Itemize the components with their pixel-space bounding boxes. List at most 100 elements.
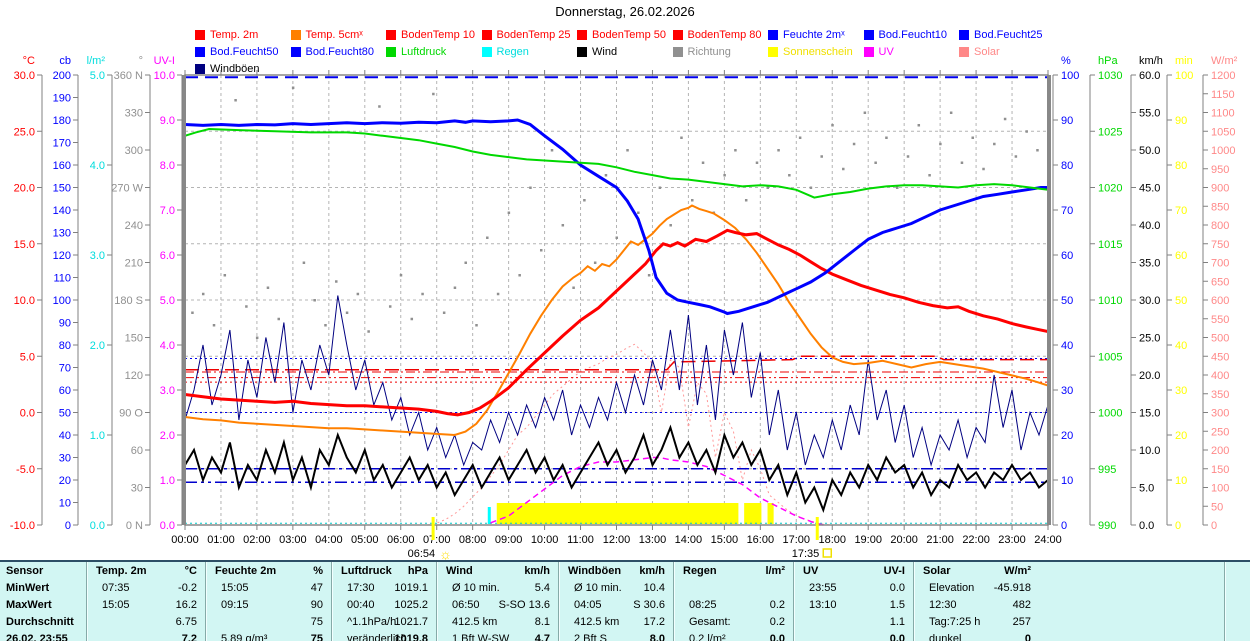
axis-label-lm2: 4.0 [90,160,105,172]
axis-label-kmh: 35.0 [1139,258,1160,270]
axis-label-kmh: 40.0 [1139,220,1160,232]
stats-divider [205,562,207,641]
x-axis-label: 24:00 [1034,534,1062,546]
axis-label-cb: 10 [59,498,71,510]
series-richtung-dot [971,136,974,139]
axis-label-pct: 60 [1061,250,1073,262]
x-axis-label: 00:00 [171,534,199,546]
axis-label-deg: 0 N [126,520,143,532]
series-richtung-dot [432,92,435,96]
stats-cell-value: S 30.6 [633,599,665,611]
series-richtung-dot [234,99,237,102]
rain-bar [487,507,491,524]
series-richtung-dot [324,324,327,327]
axis-label-degC: -5.0 [16,464,35,476]
stats-col-unit: hPa [407,565,428,577]
axis-label-min: 100 [1175,70,1193,82]
weather-chart-canvas: 00:00 01:00 02:00 03:00 04:00 05:00 06:00 07:00… [10,55,1238,560]
axis-label-hpa: 1000 [1098,408,1122,420]
axis-header-hpa: hPa [1098,55,1118,67]
stats-cell-value: 1.5 [889,599,905,611]
axis-label-cb: 0 [65,520,71,532]
stats-cell-value: 0.0 [769,633,785,641]
axis-label-cb: 130 [53,228,71,240]
axis-label-min: 10 [1175,475,1187,487]
x-axis-label: 18:00 [818,534,846,546]
series-richtung-dot [852,142,856,146]
stats-cell-value: 1019.8 [394,633,428,641]
axis-label-degC: 20.0 [14,183,35,195]
stats-cell-value: 4.7 [534,633,550,641]
sun-icon: ☼ [439,546,452,560]
axis-header-pct: % [1061,55,1071,67]
axis-label-wm2: 150 [1211,464,1229,476]
axis-label-degC: 0.0 [20,408,35,420]
stats-cell-value: 16.2 [175,599,197,611]
axis-header-uvi: UV-I [154,55,175,67]
series-richtung-dot [367,330,370,333]
axis-label-wm2: 600 [1211,295,1229,307]
x-axis-label: 02:00 [243,534,271,546]
axis-label-min: 0 [1175,520,1181,532]
series-richtung-dot [798,136,802,139]
stats-cell-value: 47 [310,582,323,594]
series-richtung-dot [874,161,877,164]
sunshine-bar [496,503,739,524]
axis-label-uvi: 5.0 [160,295,175,307]
series-richtung-dot [453,286,457,289]
axis-label-min: 70 [1175,205,1187,217]
axis-label-pct: 70 [1061,205,1073,217]
axis-header-degC: °C [23,55,35,67]
series-richtung-dot [245,305,248,308]
axis-label-wm2: 900 [1211,183,1229,195]
axis-label-kmh: 0.0 [1139,520,1154,532]
series-richtung-dot [788,174,791,177]
axis-label-lm2: 5.0 [90,70,105,82]
axis-label-hpa: 1020 [1098,183,1122,195]
x-axis-label: 10:00 [531,534,559,546]
axis-label-wm2: 750 [1211,239,1229,251]
axis-label-uvi: 6.0 [160,250,175,262]
axis-label-wm2: 350 [1211,389,1229,401]
series-richtung-dot [680,136,683,139]
stats-cell-value: 75 [310,616,323,628]
series-richtung-dot [1036,149,1039,152]
axis-label-uvi: 4.0 [160,340,175,352]
stats-cell-value: 5.4 [534,582,550,594]
axis-label-deg: 360 N [114,70,143,82]
axis-label-wm2: 1150 [1211,89,1235,101]
stats-row-label: MinWert [6,582,50,594]
stats-cell-value: S-SO 13.6 [498,599,550,611]
stats-cell-value: 8.0 [649,633,665,641]
series-richtung-dot [1025,130,1028,133]
series-richtung-dot [529,186,532,189]
stats-cell-value: 1019.1 [394,582,428,594]
series-richtung-dot [777,149,780,152]
axis-label-pct: 30 [1061,385,1073,397]
axis-label-min: 80 [1175,160,1187,172]
stats-cell-value: 6.75 [175,616,197,628]
stats-cell-value: 1025.2 [394,599,428,611]
sunrise-time-label: 06:54 [408,548,436,560]
axis-label-wm2: 100 [1211,483,1229,495]
x-axis-label: 07:00 [423,534,451,546]
axis-label-degC: 15.0 [14,239,35,251]
stats-cell-value: 75 [310,633,323,641]
x-axis-label: 16:00 [747,534,775,546]
axis-label-hpa: 1025 [1098,126,1122,138]
axis-label-degC: -10.0 [10,520,35,532]
axis-label-wm2: 700 [1211,258,1229,270]
stats-table: Sensor MinWert MaxWert Durchschnitt 26.02. 2… [0,560,1250,641]
stats-cell-value: 1021.7 [394,616,428,628]
axis-label-lm2: 1.0 [90,430,105,442]
series-richtung-dot [691,199,694,202]
axis-label-cb: 160 [53,160,71,172]
series-richtung-dot [626,149,629,152]
axis-label-uvi: 9.0 [160,115,175,127]
axis-label-kmh: 30.0 [1139,295,1160,307]
axis-label-wm2: 1000 [1211,145,1235,157]
axis-label-hpa: 995 [1098,464,1116,476]
axis-label-degC: 5.0 [20,351,35,363]
axis-label-min: 20 [1175,430,1187,442]
axis-label-min: 90 [1175,115,1187,127]
